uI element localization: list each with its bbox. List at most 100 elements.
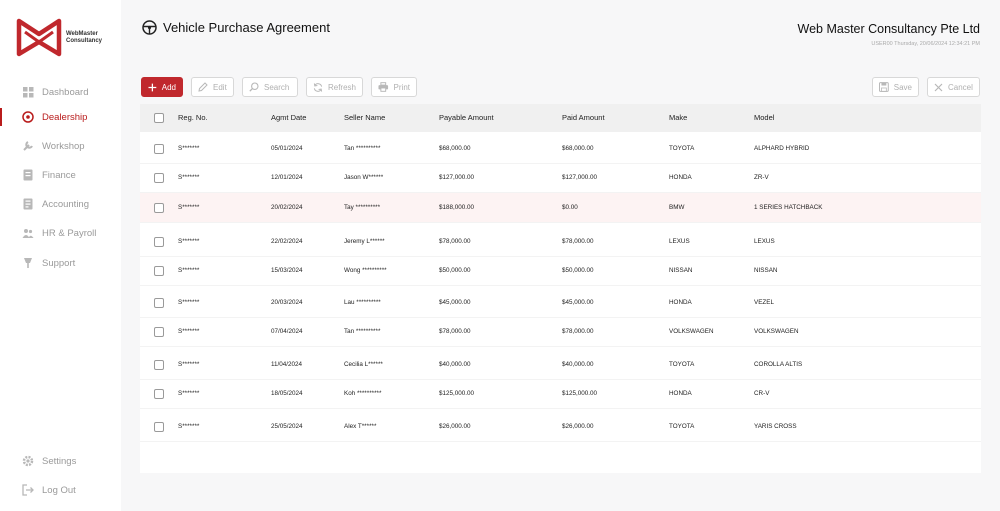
row-checkbox[interactable]	[154, 266, 164, 276]
agreements-table: Reg. No. Agmt Date Seller Name Payable A…	[140, 104, 981, 473]
cell-reg-no: S*******	[178, 361, 200, 368]
sidebar-item-hr-payroll[interactable]: HR & Payroll	[0, 222, 121, 244]
row-checkbox[interactable]	[154, 422, 164, 432]
column-header-payable-amount[interactable]: Payable Amount	[439, 104, 494, 132]
cell-payable-amount: $26,000.00	[439, 423, 471, 430]
cell-make: LEXUS	[669, 238, 690, 245]
cell-seller-name: Koh **********	[344, 390, 382, 397]
sidebar-item-settings[interactable]: Settings	[0, 450, 121, 472]
sidebar-item-label: Support	[42, 257, 76, 269]
table-row[interactable]: S******* 18/05/2024 Koh ********** $125,000…	[140, 379, 981, 409]
support-icon	[22, 257, 34, 269]
sidebar-item-dealership[interactable]: Dealership	[0, 106, 121, 128]
cell-reg-no: S*******	[178, 299, 200, 306]
edit-button-label: Edit	[213, 82, 227, 92]
cell-paid-amount: $0.00	[562, 204, 578, 211]
webmaster-logo[interactable]: WebMaster Consultancy	[16, 18, 102, 58]
table-row[interactable]: S******* 20/03/2024 Lau ********** $45,000.…	[140, 288, 981, 318]
company-name: Web Master Consultancy Pte Ltd	[797, 22, 981, 36]
row-checkbox[interactable]	[154, 327, 164, 337]
sidebar-item-accounting[interactable]: Accounting	[0, 193, 121, 215]
cell-agmt-date: 11/04/2024	[271, 361, 303, 368]
add-button[interactable]: Add	[141, 77, 183, 97]
cell-paid-amount: $68,000.00	[562, 145, 594, 152]
row-checkbox[interactable]	[154, 360, 164, 370]
table-row[interactable]: S******* 22/02/2024 Jeremy L****** $78,000.…	[140, 227, 981, 257]
cell-make: TOYOTA	[669, 423, 695, 430]
cell-payable-amount: $50,000.00	[439, 267, 471, 274]
column-header-agmt-date[interactable]: Agmt Date	[271, 104, 306, 132]
sidebar-item-label: Dealership	[42, 111, 88, 123]
cell-make: NISSAN	[669, 267, 693, 274]
cell-agmt-date: 05/01/2024	[271, 145, 303, 152]
column-header-make[interactable]: Make	[669, 104, 687, 132]
print-button[interactable]: Print	[371, 77, 417, 97]
dashboard-icon	[22, 86, 34, 98]
logo-text-line1: WebMaster	[66, 31, 98, 37]
cell-model: 1 SERIES HATCHBACK	[754, 204, 823, 211]
refresh-button[interactable]: Refresh	[306, 77, 363, 97]
table-row[interactable]: S******* 25/05/2024 Alex T****** $26,000.00…	[140, 412, 981, 442]
row-checkbox[interactable]	[154, 237, 164, 247]
column-header-model[interactable]: Model	[754, 104, 774, 132]
cell-agmt-date: 12/01/2024	[271, 174, 303, 181]
cell-payable-amount: $127,000.00	[439, 174, 475, 181]
row-checkbox[interactable]	[154, 173, 164, 183]
sidebar-item-label: Accounting	[42, 198, 90, 210]
cell-payable-amount: $68,000.00	[439, 145, 471, 152]
table-row[interactable]: S******* 15/03/2024 Wong ********** $50,000…	[140, 256, 981, 286]
row-checkbox[interactable]	[154, 203, 164, 213]
sidebar-item-dashboard[interactable]: Dashboard	[0, 81, 121, 103]
save-icon	[879, 82, 889, 92]
cell-paid-amount: $40,000.00	[562, 361, 594, 368]
sidebar-item-label: Workshop	[42, 140, 85, 152]
row-checkbox[interactable]	[154, 389, 164, 399]
printer-icon	[378, 82, 389, 92]
table-row[interactable]: S******* 20/02/2024 Tay ********** $188,000…	[140, 193, 981, 223]
table-row[interactable]: S******* 07/04/2024 Tan ********** $78,000.…	[140, 317, 981, 347]
table-row[interactable]: S******* 12/01/2024 Jason W****** $127,000.…	[140, 163, 981, 193]
column-header-reg-no[interactable]: Reg. No.	[178, 104, 208, 132]
cell-agmt-date: 20/03/2024	[271, 299, 303, 306]
cell-paid-amount: $78,000.00	[562, 238, 594, 245]
cell-seller-name: Wong **********	[344, 267, 387, 274]
table-row[interactable]: S******* 05/01/2024 Tan ********** $68,000.…	[140, 134, 981, 164]
save-button[interactable]: Save	[872, 77, 919, 97]
sidebar-item-label: Settings	[42, 455, 77, 467]
sidebar-item-label: Finance	[42, 169, 76, 181]
cell-reg-no: S*******	[178, 145, 200, 152]
table-row[interactable]: S******* 11/04/2024 Cecilia L****** $40,000…	[140, 350, 981, 380]
cell-model: ALPHARD HYBRID	[754, 145, 810, 152]
webmaster-logo-mark	[16, 18, 62, 57]
cell-seller-name: Alex T******	[344, 423, 377, 430]
cell-make: TOYOTA	[669, 361, 695, 368]
cell-seller-name: Tan **********	[344, 328, 381, 335]
cell-make: TOYOTA	[669, 145, 695, 152]
cell-model: VOLKSWAGEN	[754, 328, 799, 335]
edit-button[interactable]: Edit	[191, 77, 234, 97]
cell-make: HONDA	[669, 174, 692, 181]
cell-model: ZR-V	[754, 174, 769, 181]
search-button[interactable]: Search	[242, 77, 298, 97]
sidebar-item-finance[interactable]: Finance	[0, 164, 121, 186]
sidebar-item-support[interactable]: Support	[0, 252, 121, 274]
column-header-paid-amount[interactable]: Paid Amount	[562, 104, 605, 132]
cancel-button[interactable]: Cancel	[927, 77, 980, 97]
select-all-checkbox[interactable]	[154, 113, 164, 123]
hr-icon	[22, 227, 34, 239]
row-checkbox[interactable]	[154, 298, 164, 308]
gear-icon	[22, 455, 34, 467]
column-header-seller-name[interactable]: Seller Name	[344, 104, 385, 132]
cell-reg-no: S*******	[178, 204, 200, 211]
user-timestamp: USER00 Thursday, 20/06/2024 12:34:21 PM	[871, 41, 980, 47]
row-checkbox[interactable]	[154, 144, 164, 154]
sidebar-item-label: HR & Payroll	[42, 227, 97, 239]
sidebar-item-workshop[interactable]: Workshop	[0, 135, 121, 157]
cell-model: NISSAN	[754, 267, 778, 274]
finance-icon	[22, 169, 34, 181]
cell-paid-amount: $45,000.00	[562, 299, 594, 306]
sidebar-item-logout[interactable]: Log Out	[0, 479, 121, 501]
logo-text-line2: Consultancy	[66, 38, 103, 44]
cell-payable-amount: $45,000.00	[439, 299, 471, 306]
cell-agmt-date: 07/04/2024	[271, 328, 303, 335]
